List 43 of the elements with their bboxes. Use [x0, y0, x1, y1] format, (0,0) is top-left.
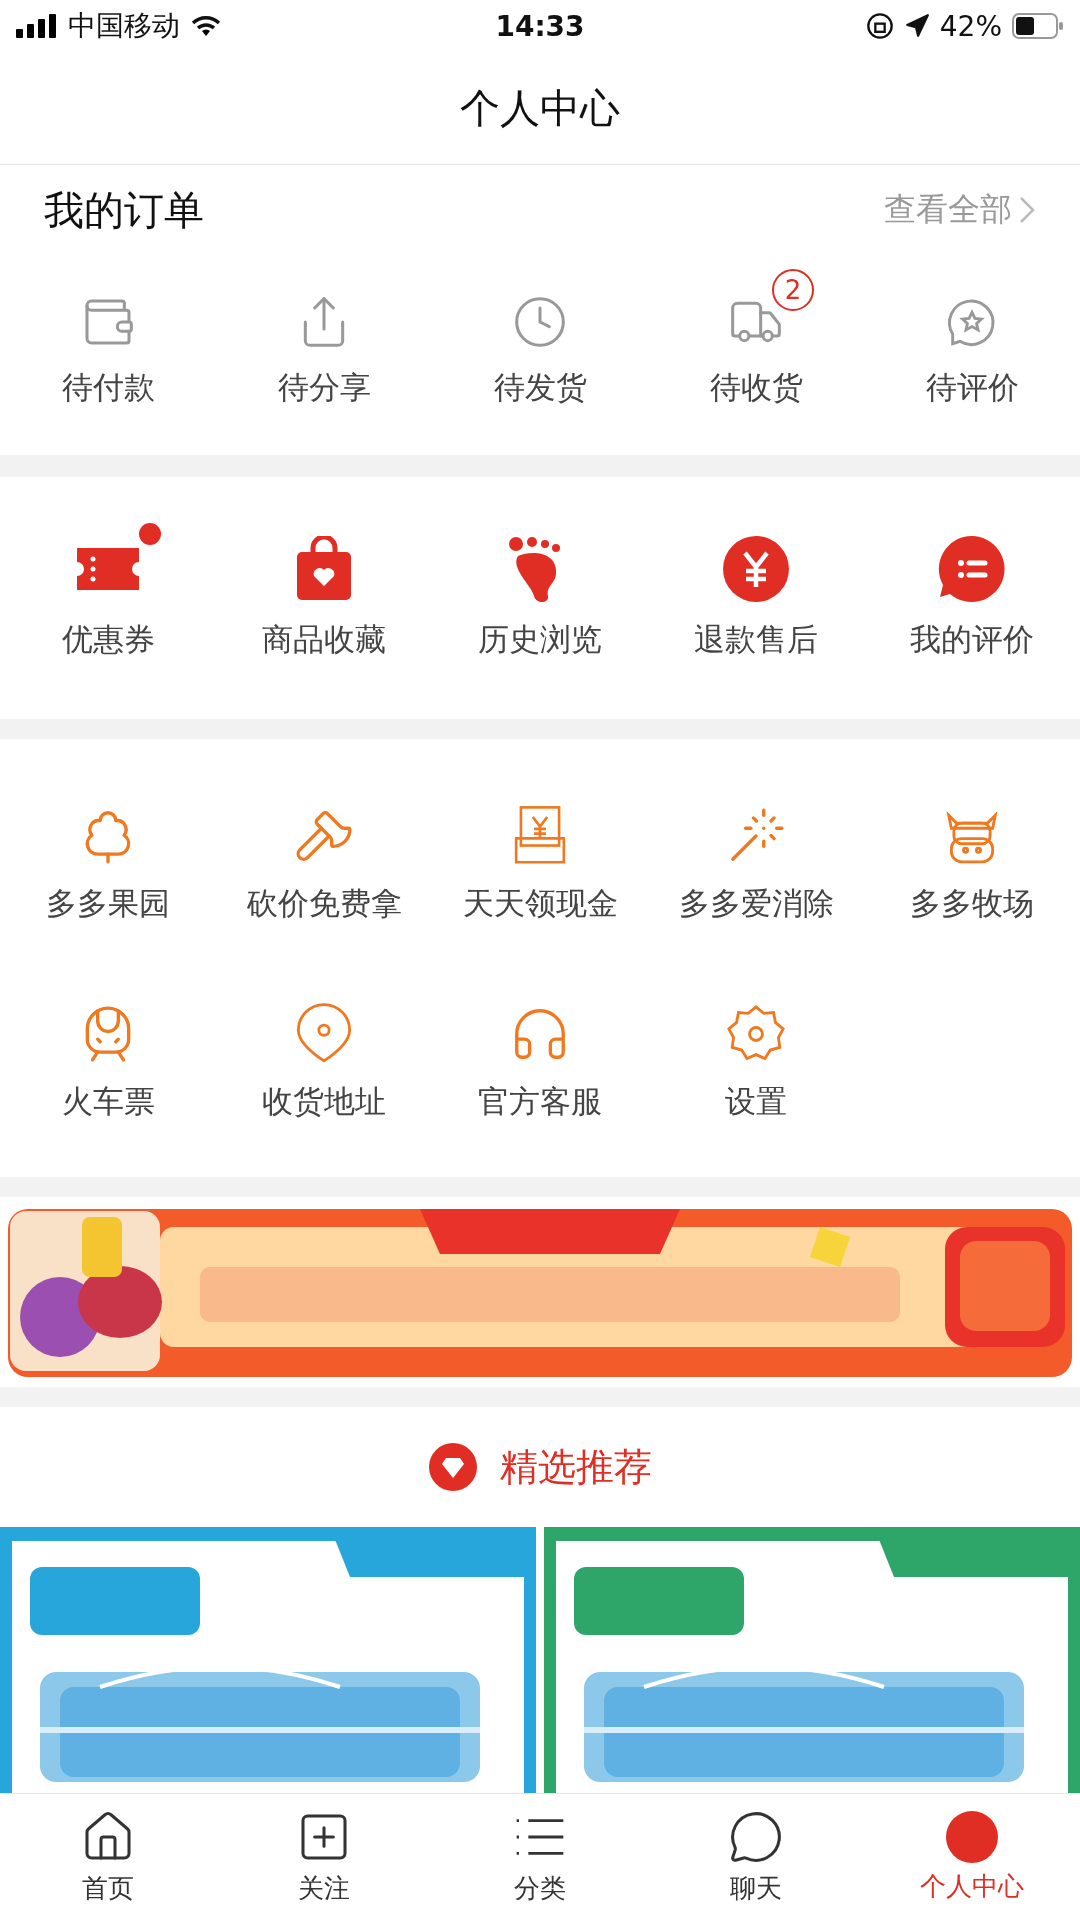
- service-label[interactable]: 设置: [725, 1081, 787, 1123]
- carrier-name: 中国移动: [68, 8, 180, 44]
- tab-bar-item[interactable]: 分类: [432, 1794, 648, 1920]
- shortcut-label[interactable]: 优惠券: [61, 619, 155, 661]
- battery-percent: 42%: [939, 9, 1002, 43]
- heart-badge-icon: [428, 1442, 478, 1492]
- service-label[interactable]: 天天领现金: [462, 883, 618, 925]
- recommend-title: 精选推荐: [500, 1443, 652, 1491]
- service-label[interactable]: 官方客服: [478, 1081, 602, 1123]
- chevron-icon: [1018, 195, 1036, 225]
- avatar-icon: [946, 1810, 998, 1863]
- yen-circle-icon: [722, 535, 790, 603]
- clock-time: 14:33: [495, 9, 585, 43]
- tab-bar-item[interactable]: 个人中心: [864, 1794, 1080, 1920]
- page-title: 个人中心: [460, 83, 620, 133]
- rotation-lock-icon: [865, 12, 894, 40]
- tab-bar-item[interactable]: 聊天: [648, 1794, 864, 1920]
- list-bubble-icon: [938, 535, 1006, 603]
- order-status-label[interactable]: 待发货: [493, 367, 587, 409]
- count-badge: 2: [772, 269, 814, 311]
- location-icon: [903, 13, 930, 39]
- order-status-label[interactable]: 待收货: [709, 367, 803, 409]
- shortcut-label[interactable]: 商品收藏: [262, 619, 386, 661]
- service-label[interactable]: 多多爱消除: [678, 883, 834, 925]
- tab-bar-item[interactable]: 关注: [216, 1794, 432, 1920]
- order-status-label[interactable]: 待评价: [925, 367, 1019, 409]
- bag-heart-icon: [295, 536, 353, 602]
- service-label[interactable]: 收货地址: [262, 1081, 386, 1123]
- shortcut-label[interactable]: 退款售后: [694, 619, 818, 661]
- shortcut-label[interactable]: 我的评价: [910, 619, 1034, 661]
- order-status-label[interactable]: 待付款: [61, 367, 155, 409]
- battery-icon: [1012, 13, 1064, 39]
- tab-bar-item[interactable]: 首页: [0, 1794, 216, 1920]
- clock-icon: [512, 294, 568, 350]
- order-status-label[interactable]: 待分享: [277, 367, 371, 409]
- service-label[interactable]: 火车票: [61, 1081, 155, 1123]
- section-title: 我的订单: [44, 185, 204, 235]
- service-label[interactable]: 多多果园: [46, 883, 170, 925]
- service-label[interactable]: 多多牧场: [910, 883, 1034, 925]
- shortcut-label[interactable]: 历史浏览: [478, 619, 602, 661]
- service-label[interactable]: 砍价免费拿: [246, 883, 402, 925]
- wifi-icon: [190, 14, 222, 38]
- signal-icon: [16, 14, 58, 38]
